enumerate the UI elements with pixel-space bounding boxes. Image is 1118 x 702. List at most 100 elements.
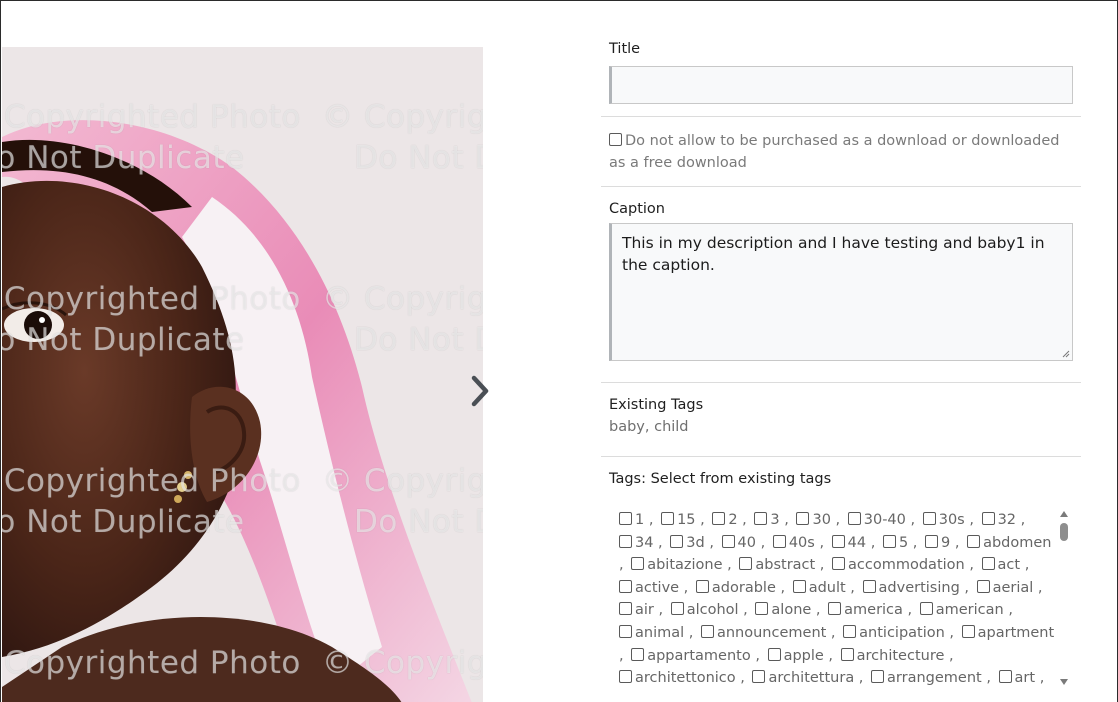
tag-checkbox[interactable] <box>796 512 810 525</box>
tag-option[interactable]: 3d <box>670 534 705 551</box>
tag-option[interactable]: announcement <box>700 624 826 641</box>
tag-checkbox[interactable] <box>871 670 885 684</box>
tags-scrollbar[interactable] <box>1057 507 1071 687</box>
tag-checkbox[interactable] <box>976 579 990 593</box>
tag-checkbox[interactable] <box>792 579 806 593</box>
tag-checkbox[interactable] <box>619 670 632 684</box>
watermark-line2: Do Not Duplicate <box>354 504 483 540</box>
tag-option[interactable]: advertising <box>862 579 960 596</box>
tag-checkbox[interactable] <box>712 512 726 525</box>
scroll-down-icon[interactable] <box>1060 679 1068 685</box>
tag-checkbox[interactable] <box>631 557 645 571</box>
tag-checkbox[interactable] <box>922 512 936 525</box>
tag-option[interactable]: 30s <box>922 512 965 528</box>
tag-checkbox[interactable] <box>967 534 981 548</box>
tag-option[interactable]: aerial <box>976 579 1033 596</box>
tag-separator: , <box>981 670 996 687</box>
tag-checkbox[interactable] <box>981 512 995 525</box>
tag-option[interactable]: art <box>998 670 1035 686</box>
watermark-line2: Do Not Duplicate <box>2 504 245 540</box>
tag-option[interactable]: 5 <box>882 534 908 551</box>
resize-handle-icon[interactable] <box>1062 350 1070 358</box>
caption-textarea[interactable]: This in my description and I have testin… <box>609 223 1073 361</box>
tag-option[interactable]: 30 <box>796 512 831 528</box>
tag-option[interactable]: 1 <box>619 512 644 528</box>
tag-option[interactable]: 30-40 <box>847 512 906 528</box>
tag-option[interactable]: accommodation <box>832 557 965 573</box>
tag-option[interactable]: 40s <box>772 534 815 551</box>
tag-checkbox[interactable] <box>752 670 766 684</box>
tag-option[interactable]: 15 <box>661 512 696 528</box>
tag-checkbox[interactable] <box>695 579 709 593</box>
tag-option[interactable]: adorable <box>695 579 776 596</box>
tag-checkbox[interactable] <box>619 624 632 638</box>
tag-label: architettura <box>768 670 855 687</box>
watermark-line1: © Copyrighted Photo <box>322 99 483 135</box>
tag-option[interactable]: apartment <box>961 624 1054 641</box>
tag-checkbox[interactable] <box>721 534 735 548</box>
tag-option[interactable]: 40 <box>721 534 756 551</box>
tag-option[interactable]: architettonico <box>619 670 736 686</box>
tag-checkbox[interactable] <box>670 534 684 548</box>
existing-tags-label: Existing Tags <box>609 397 704 413</box>
no-download-checkbox-label: Do not allow to be purchased as a downlo… <box>609 133 1060 171</box>
tag-checkbox[interactable] <box>832 557 846 571</box>
tag-option[interactable]: apple <box>767 647 824 664</box>
tag-option[interactable]: architecture <box>840 647 944 664</box>
tag-checkbox[interactable] <box>631 647 645 661</box>
no-download-checkbox[interactable] <box>609 133 622 146</box>
tag-option[interactable]: adult <box>792 579 846 596</box>
tag-checkbox[interactable] <box>772 534 786 548</box>
tag-checkbox[interactable] <box>981 557 995 571</box>
tag-option[interactable]: anticipation <box>843 624 945 641</box>
tag-checkbox[interactable] <box>919 602 933 616</box>
tag-option[interactable]: abstract <box>739 557 815 573</box>
tag-checkbox[interactable] <box>828 602 842 616</box>
tag-option[interactable]: 34 <box>619 534 653 551</box>
tag-option[interactable]: appartamento <box>631 647 751 664</box>
tag-option[interactable]: american <box>919 602 1004 618</box>
tag-option[interactable]: 32 <box>981 512 1016 528</box>
tag-option[interactable]: america <box>828 602 903 618</box>
tag-checkbox[interactable] <box>767 647 781 661</box>
tag-checkbox[interactable] <box>619 602 632 616</box>
tag-checkbox[interactable] <box>831 534 845 548</box>
tag-option[interactable]: active <box>619 579 679 596</box>
tag-option[interactable]: architettura <box>752 670 854 686</box>
tag-checkbox[interactable] <box>961 624 975 638</box>
tag-checkbox[interactable] <box>925 534 939 548</box>
tag-option[interactable]: air <box>619 602 654 618</box>
tag-checkbox[interactable] <box>754 512 768 525</box>
tag-option[interactable]: 9 <box>925 534 950 551</box>
tag-label: air <box>635 602 654 619</box>
tag-checkbox[interactable] <box>840 647 854 661</box>
tag-option[interactable]: alone <box>755 602 811 618</box>
tag-option[interactable]: 2 <box>712 512 738 528</box>
scrollbar-thumb[interactable] <box>1060 523 1068 541</box>
tag-checkbox[interactable] <box>843 624 857 638</box>
scroll-up-icon[interactable] <box>1060 511 1068 517</box>
tag-checkbox[interactable] <box>847 512 861 525</box>
tag-option[interactable]: 3 <box>754 512 780 528</box>
tag-option[interactable]: alcohol <box>670 602 739 618</box>
tag-checkbox[interactable] <box>661 512 675 525</box>
next-photo-button[interactable] <box>467 373 493 409</box>
tag-option[interactable]: abitazione <box>631 557 723 573</box>
tag-checkbox[interactable] <box>739 557 753 571</box>
tag-checkbox[interactable] <box>700 624 714 638</box>
tag-checkbox[interactable] <box>882 534 896 548</box>
tag-checkbox[interactable] <box>619 534 632 548</box>
tag-checkbox[interactable] <box>862 579 876 593</box>
tag-checkbox[interactable] <box>670 602 684 616</box>
tag-option[interactable]: act <box>981 557 1020 573</box>
tag-option[interactable]: abdomen <box>967 534 1051 551</box>
tag-checkbox[interactable] <box>619 579 632 593</box>
tag-checkbox[interactable] <box>998 670 1012 684</box>
tag-option[interactable]: 44 <box>831 534 866 551</box>
tag-option[interactable]: animal <box>619 624 684 641</box>
tag-checkbox[interactable] <box>619 512 632 525</box>
tag-separator: , <box>845 579 860 596</box>
title-input[interactable] <box>609 66 1073 104</box>
tag-option[interactable]: arrangement <box>871 670 982 686</box>
tag-checkbox[interactable] <box>755 602 769 616</box>
